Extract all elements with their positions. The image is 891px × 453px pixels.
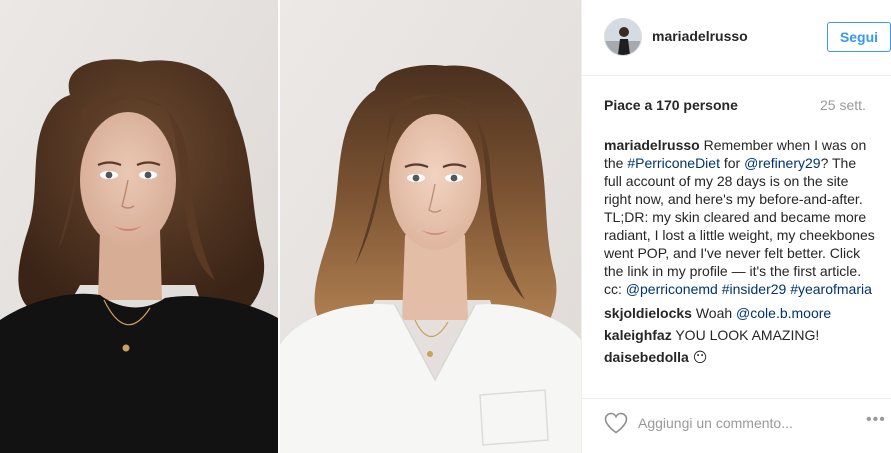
heart-outline-icon[interactable] [604, 412, 628, 434]
comment-text: YOU LOOK AMAZING! [671, 327, 820, 343]
post-timestamp[interactable]: 25 sett. [820, 97, 866, 113]
comment-username[interactable]: skjoldielocks [604, 305, 692, 321]
comment-text: Woah [691, 305, 737, 321]
follow-button[interactable]: Segui [827, 22, 891, 52]
before-portrait [0, 0, 278, 453]
likes-count[interactable]: Piace a 170 persone [604, 97, 738, 113]
list-item: skjoldielocks Woah @cole.b.moore [604, 304, 876, 322]
list-item: kaleighfaz YOU LOOK AMAZING! [604, 326, 876, 344]
post-photo[interactable] [0, 0, 581, 453]
mention-link[interactable]: @perriconemd [626, 281, 718, 297]
mention-link[interactable]: @refinery29 [744, 155, 820, 171]
hashtag-link[interactable]: #insider29 [722, 281, 787, 297]
post-author-username[interactable]: mariadelrusso [652, 28, 748, 44]
caption-text: ? The full account of my 28 days is on t… [604, 155, 875, 297]
comment-username[interactable]: daisebedolla [604, 349, 689, 365]
after-portrait [280, 0, 581, 453]
comment-text: 😶 [688, 349, 708, 365]
comment-bar: ••• [582, 398, 891, 453]
list-item: daisebedolla 😶 [604, 348, 876, 366]
mention-link[interactable]: @cole.b.moore [736, 305, 831, 321]
post-side-panel: mariadelrusso Segui Piace a 170 persone … [581, 0, 891, 453]
caption-username[interactable]: mariadelrusso [604, 137, 700, 153]
post-header: mariadelrusso Segui [582, 0, 891, 76]
comments-list: mariadelrusso Remember when I was on the… [604, 136, 876, 370]
post-caption: mariadelrusso Remember when I was on the… [604, 136, 876, 298]
hashtag-link[interactable]: #PerriconeDiet [627, 155, 720, 171]
comment-input[interactable] [638, 413, 838, 433]
more-options-icon[interactable]: ••• [866, 411, 891, 431]
comment-username[interactable]: kaleighfaz [604, 327, 672, 343]
avatar[interactable] [604, 18, 642, 56]
caption-text: for [719, 155, 745, 171]
hashtag-link[interactable]: #yearofmaria [790, 281, 872, 297]
